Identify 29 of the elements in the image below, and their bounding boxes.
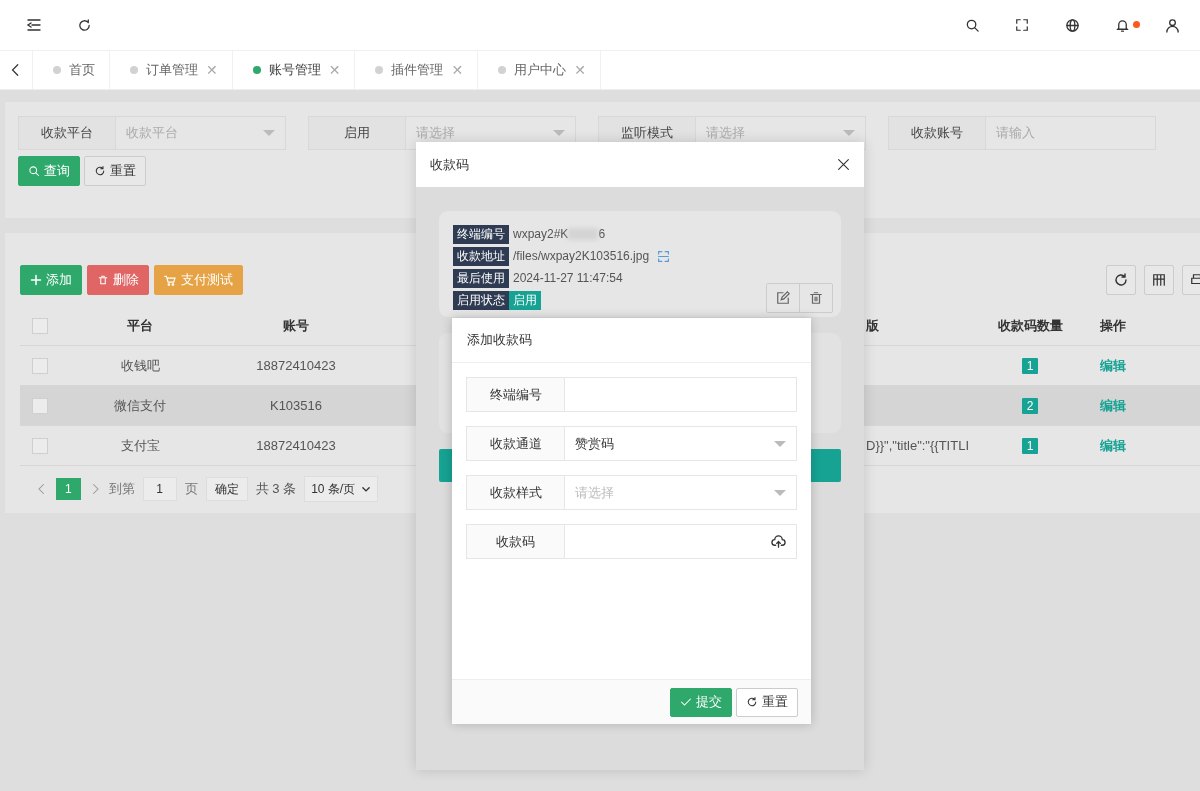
column-header: 操作 [1100,316,1126,335]
field-value: 2024-11-27 11:47:54 [513,271,623,285]
goto-label: 到第 [108,480,135,498]
column-header: 收款码数量 [997,316,1063,335]
count-badge: 1 [1021,437,1039,454]
field-value: 6 [598,227,606,241]
field-tag: 最后使用 [453,268,509,288]
dialog-title: 添加收款码 [467,331,532,349]
field-tag: 启用状态 [453,290,509,310]
table-cell: 18872410423 [256,358,336,373]
table-cell: 支付宝 [120,436,160,455]
column-header: 版 [866,316,879,335]
count-badge: 1 [1021,357,1039,374]
table-cell: 微信支付 [114,396,166,415]
page-unit: 页 [184,480,198,498]
column-header: 账号 [283,316,309,335]
status-tag: 启用 [509,290,541,310]
field-tag: 收款地址 [453,246,509,266]
table-cell: K103516 [269,398,323,413]
count-badge: 2 [1021,397,1039,414]
dialog-title: 收款码 [430,155,469,174]
table-cell: D}}","title":"{{TITLI [866,438,969,453]
table-cell: 收钱吧 [120,356,160,375]
column-header: 平台 [127,316,153,335]
total-count: 共 3 条 [255,480,297,498]
field-value: /files/wxpay2K103516.jpg [513,249,650,263]
field-tag: 终端编号 [453,224,509,244]
field-value: wxpay2#K [513,227,569,241]
table-cell: 18872410423 [256,438,336,453]
